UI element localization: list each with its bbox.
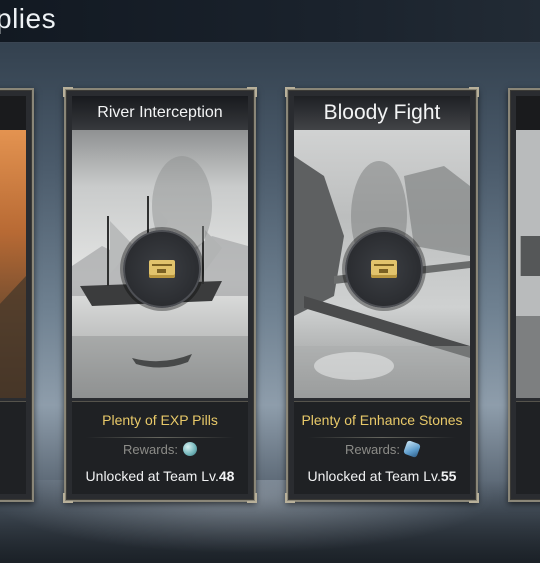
unlock-requirement: Unlocked at Team Lv.55 (294, 468, 470, 484)
corner-ornament (469, 87, 479, 97)
stage-title: River Interception (72, 96, 248, 130)
ticket-emblem[interactable] (123, 230, 201, 308)
corner-ornament (247, 493, 257, 503)
enhance-stone-icon[interactable] (402, 440, 421, 458)
rewards-row: Rewards: (294, 440, 470, 458)
ticket-icon (371, 260, 397, 278)
stage-description: Plenty of Enhance Stones (301, 412, 463, 428)
corner-ornament (469, 493, 479, 503)
stage-art (516, 96, 540, 398)
unlock-prefix: Unlocked at Team Lv. (307, 468, 441, 484)
ticket-icon (149, 260, 175, 278)
unlock-level: 48 (218, 468, 235, 484)
stage-info: Plenty of Enhance Stones Rewards: Unlock… (294, 401, 470, 494)
stage-info (516, 401, 540, 494)
corner-ornament (247, 87, 257, 97)
unlock-prefix: Unlocked at Team Lv. (85, 468, 219, 484)
stage-info (0, 401, 26, 494)
stage-art (0, 96, 26, 398)
unlock-level: 55 (440, 468, 457, 484)
stage-card-river-interception[interactable]: River Interception Plenty of EXP Pills R… (63, 87, 257, 503)
stage-card-bloody-fight[interactable]: Bloody Fight Plenty of Enhance Stones Re… (285, 87, 479, 503)
divider (86, 437, 234, 438)
page-title: plies (0, 3, 57, 34)
ticket-emblem[interactable] (345, 230, 423, 308)
header-bar: plies (0, 0, 540, 43)
stage-card-right-partial[interactable] (508, 88, 540, 502)
stage-info: Plenty of EXP Pills Rewards: Unlocked at… (72, 401, 248, 494)
rewards-label: Rewards: (123, 442, 178, 457)
unlock-requirement: Unlocked at Team Lv.48 (72, 468, 248, 484)
divider (308, 437, 456, 438)
stage-art-image (516, 96, 540, 398)
corner-ornament (285, 493, 295, 503)
stage-art-image (0, 96, 26, 398)
stage-card-left-partial[interactable] (0, 88, 34, 502)
exp-pill-icon[interactable] (182, 442, 197, 456)
rewards-label: Rewards: (345, 442, 400, 457)
stage-description: Plenty of EXP Pills (102, 412, 218, 428)
stage-title: Bloody Fight (294, 96, 470, 130)
rewards-row: Rewards: (72, 442, 248, 457)
corner-ornament (63, 493, 73, 503)
